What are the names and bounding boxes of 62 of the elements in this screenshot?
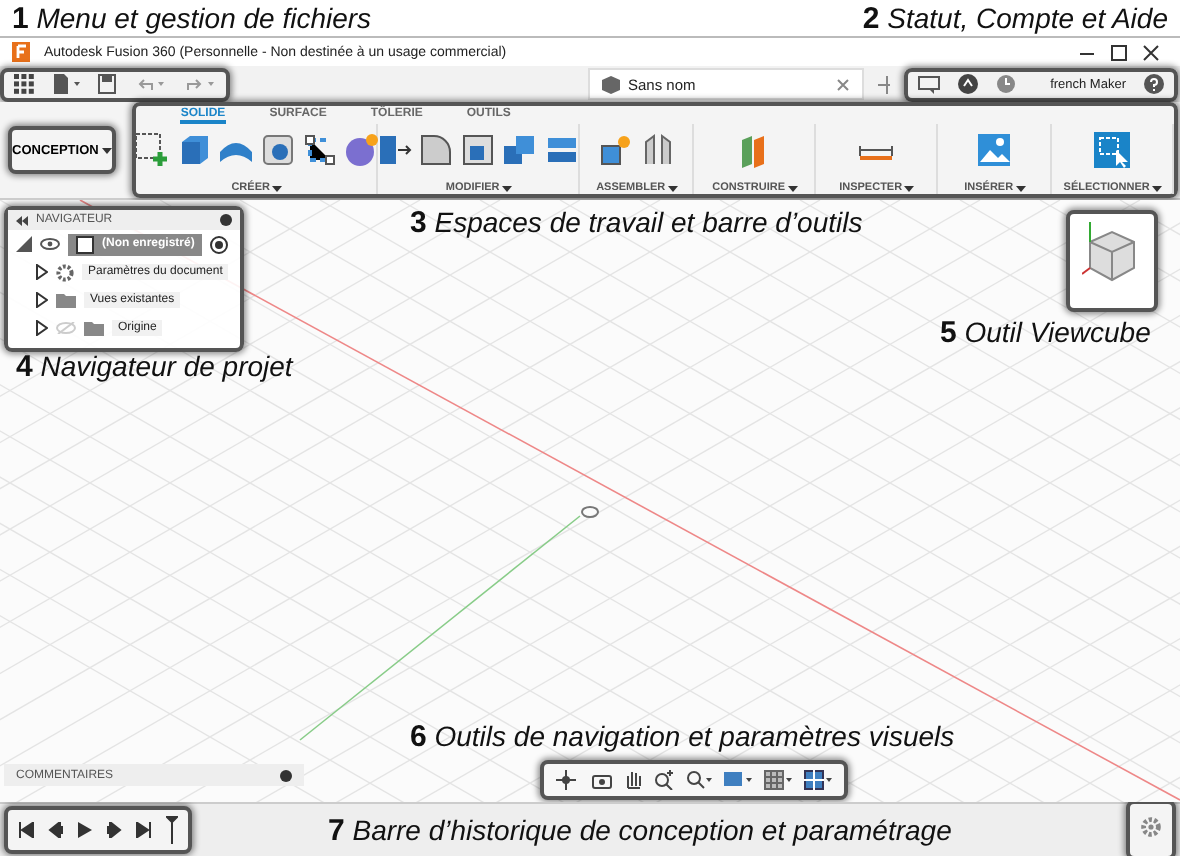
combine-icon[interactable] xyxy=(502,132,539,168)
component-icon[interactable] xyxy=(597,132,634,168)
caret-icon xyxy=(271,185,282,191)
display-icon[interactable] xyxy=(724,770,752,790)
next-icon[interactable] xyxy=(106,822,122,838)
previous-icon[interactable] xyxy=(48,822,64,838)
eye-icon[interactable] xyxy=(40,238,60,250)
first-icon[interactable] xyxy=(18,822,34,838)
node-pattern-icon[interactable] xyxy=(301,132,338,168)
caret-icon xyxy=(904,185,915,191)
play-icon[interactable] xyxy=(78,822,92,838)
sphere-icon[interactable] xyxy=(343,132,380,168)
caret-icon xyxy=(102,147,113,153)
annotation-label: 5 Outil Viewcube xyxy=(940,316,1151,350)
apps-grid-icon[interactable] xyxy=(14,74,34,94)
sketch-plus-icon[interactable] xyxy=(133,132,170,168)
joint-icon[interactable] xyxy=(639,132,676,168)
settings-icon[interactable] xyxy=(1140,816,1162,838)
add-tab-icon[interactable] xyxy=(877,75,891,93)
help-icon[interactable] xyxy=(1144,74,1164,94)
zoom-window-icon[interactable] xyxy=(686,770,712,790)
job-status-icon[interactable] xyxy=(918,75,941,93)
cylinder-icon[interactable] xyxy=(259,132,296,168)
fillet-icon[interactable] xyxy=(418,132,455,168)
orbit-icon[interactable] xyxy=(556,770,580,790)
clock-icon[interactable] xyxy=(996,74,1017,94)
select-icon[interactable] xyxy=(1094,132,1131,168)
last-icon[interactable] xyxy=(136,822,152,838)
annotation-label: 7 Barre d’historique de conception et paramétrage xyxy=(328,813,954,847)
viewports-icon[interactable] xyxy=(804,770,832,790)
radio-icon[interactable] xyxy=(210,235,229,253)
press-pull-icon[interactable] xyxy=(376,132,413,168)
file-icon[interactable] xyxy=(52,74,80,94)
document-icon xyxy=(76,235,94,253)
save-icon[interactable] xyxy=(98,74,116,94)
annotation-label: 1 Menu et gestion de fichiers xyxy=(12,1,372,35)
cube-icon xyxy=(602,75,620,93)
marker-icon[interactable] xyxy=(166,816,178,844)
expanded-triangle-icon[interactable] xyxy=(16,236,32,252)
zoom-icon[interactable] xyxy=(654,770,674,790)
caret-icon xyxy=(667,185,678,191)
image-icon[interactable] xyxy=(976,132,1013,168)
caret-icon xyxy=(501,185,512,191)
caret-icon xyxy=(1151,185,1162,191)
layers-icon[interactable] xyxy=(544,132,581,168)
hand-icon[interactable] xyxy=(624,770,642,790)
close-icon[interactable] xyxy=(1142,43,1160,61)
shell-icon[interactable] xyxy=(460,132,497,168)
caret-icon xyxy=(787,185,798,191)
grid-icon[interactable] xyxy=(764,770,792,790)
camera-icon[interactable] xyxy=(592,771,612,789)
redo-icon[interactable] xyxy=(184,74,216,94)
collapse-icon[interactable] xyxy=(16,215,28,225)
caret-icon xyxy=(1015,185,1026,191)
annotation-label: 6 Outils de navigation et paramètres visuels xyxy=(410,720,955,754)
maximize-icon[interactable] xyxy=(1110,43,1128,61)
gear-icon[interactable] xyxy=(56,263,74,281)
annotation-label: 2 Statut, Compte et Aide xyxy=(862,1,1168,35)
app-logo-icon xyxy=(12,42,30,62)
undo-icon[interactable] xyxy=(134,74,166,94)
annotation-label: 4 Navigateur de projet xyxy=(16,350,293,384)
annotation-label: 3 Espaces de travail et barre d’outils xyxy=(410,206,863,240)
